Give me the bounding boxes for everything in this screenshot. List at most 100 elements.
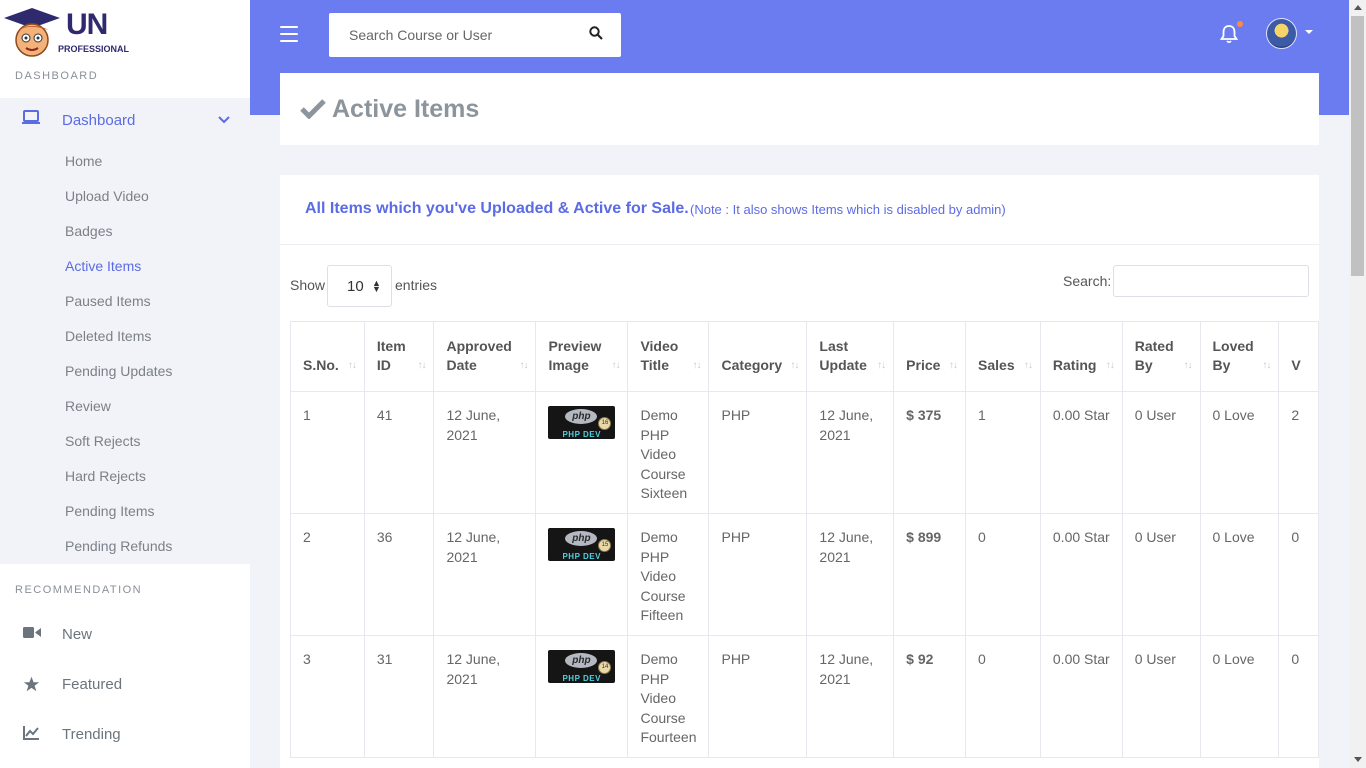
table-search-input[interactable] [1113, 265, 1309, 297]
column-header-rating[interactable]: Rating ↑↓ [1039, 321, 1123, 392]
thumbnail-php-logo: php [565, 531, 598, 546]
logo-subtext: PROFESSIONAL [58, 44, 130, 54]
page-title-card: Active Items [280, 73, 1319, 145]
sidebar-item-label: Dashboard [62, 112, 136, 129]
chart-line-icon [23, 726, 39, 745]
section-label-recommendation: RECOMMENDATION [15, 584, 143, 596]
sidebar-item-badges[interactable]: Badges [65, 223, 112, 239]
star-icon [23, 676, 40, 697]
sidebar-item-review[interactable]: Review [65, 398, 111, 414]
sidebar-item-pending-items[interactable]: Pending Items [65, 503, 155, 519]
cell-sales: 0 [965, 635, 1041, 758]
sidebar-item-label: Featured [62, 676, 123, 693]
items-card: All Items which you've Uploaded & Active… [280, 175, 1319, 768]
cell-approved-date: 12 June, 2021 [433, 635, 537, 758]
cell-item-id: 31 [363, 635, 435, 758]
column-header-loved-by[interactable]: Loved By ↑↓ [1199, 321, 1280, 392]
cell-price: $ 899 [893, 513, 967, 636]
cell-video-title: Demo PHP Video Course Fifteen [627, 513, 710, 636]
cell-approved-date: 12 June, 2021 [433, 513, 537, 636]
card-header: All Items which you've Uploaded & Active… [280, 175, 1319, 245]
cell-rated-by: 0 User [1121, 391, 1201, 514]
sidebar-item-dashboard[interactable]: Dashboard [0, 100, 250, 140]
search-icon[interactable] [589, 26, 603, 45]
thumbnail-php-logo: php [565, 409, 598, 424]
cell-price: $ 92 [893, 635, 967, 758]
entries-select[interactable]: 10 ▲ ▼ [327, 265, 392, 307]
thumbnail-badge: 14 [598, 661, 612, 674]
cell-sno: 3 [290, 635, 365, 758]
entries-value: 10 [347, 278, 364, 295]
sidebar-item-home[interactable]: Home [65, 153, 102, 169]
cell-rating: 0.00 Star [1039, 635, 1123, 758]
mascot-icon [4, 8, 60, 57]
cell-sales: 1 [965, 391, 1041, 514]
cell-loved-by: 0 Love [1199, 513, 1280, 636]
select-arrows-icon: ▲ ▼ [372, 278, 381, 294]
sidebar-item-paused-items[interactable]: Paused Items [65, 293, 151, 309]
sidebar: UN PROFESSIONAL DASHBOARD Dashboard Home… [0, 0, 250, 768]
column-header-item-id[interactable]: Item ID ↑↓ [363, 321, 435, 392]
menu-toggle-icon[interactable] [280, 26, 298, 42]
cell-category: PHP [708, 513, 808, 636]
scroll-down-arrow-icon[interactable] [1354, 757, 1362, 762]
preview-thumbnail[interactable]: php PHP DEV 14 [548, 650, 616, 683]
search-input[interactable] [329, 13, 579, 57]
cell-sno: 2 [290, 513, 365, 636]
brand-logo[interactable]: UN PROFESSIONAL [2, 4, 132, 60]
section-label-dashboard: DASHBOARD [15, 70, 99, 82]
sidebar-item-hard-rejects[interactable]: Hard Rejects [65, 468, 146, 484]
column-header-preview-image[interactable]: Preview Image ↑↓ [535, 321, 629, 392]
page-title: Active Items [332, 95, 480, 123]
cell-v: 0 [1278, 513, 1319, 636]
cell-preview: php PHP DEV 14 [535, 635, 629, 758]
thumbnail-caption: PHP DEV [562, 430, 601, 439]
sidebar-item-pending-refunds[interactable]: Pending Refunds [65, 538, 172, 554]
show-label: Show [290, 277, 326, 293]
sidebar-item-pending-updates[interactable]: Pending Updates [65, 363, 172, 379]
cell-price: $ 375 [893, 391, 967, 514]
column-header-approved-date[interactable]: Approved Date ↑↓ [433, 321, 537, 392]
check-icon [300, 99, 326, 124]
sidebar-item-soft-rejects[interactable]: Soft Rejects [65, 433, 140, 449]
sidebar-item-trending[interactable]: Trending [0, 714, 250, 754]
preview-thumbnail[interactable]: php PHP DEV 15 [548, 528, 616, 561]
sidebar-item-featured[interactable]: Featured [0, 664, 250, 704]
sidebar-item-label: Trending [62, 726, 121, 743]
sidebar-item-deleted-items[interactable]: Deleted Items [65, 328, 151, 344]
cell-preview: php PHP DEV 15 [535, 513, 629, 636]
column-header-video-title[interactable]: Video Title ↑↓ [627, 321, 710, 392]
logo-text: UN [66, 8, 108, 41]
scrollbar-thumb[interactable] [1351, 16, 1364, 276]
notification-bell-icon[interactable] [1219, 24, 1239, 49]
items-table: S.No. ↑↓ Item ID ↑↓ Approved Date ↑↓ Preview I… [290, 321, 1319, 758]
card-note: (Note : It also shows Items which is dis… [690, 202, 1006, 217]
cell-loved-by: 0 Love [1199, 635, 1280, 758]
thumbnail-caption: PHP DEV [562, 674, 601, 683]
caret-down-icon[interactable] [1305, 30, 1313, 34]
entries-label: entries [395, 277, 438, 293]
cell-last-update: 12 June, 2021 [806, 635, 895, 758]
laptop-icon [22, 110, 40, 131]
sidebar-item-new[interactable]: New [0, 614, 250, 654]
thumbnail-php-logo: php [565, 653, 598, 668]
card-subtitle: All Items which you've Uploaded & Active… [305, 200, 689, 217]
column-header-category[interactable]: Category ↑↓ [708, 321, 808, 392]
sidebar-item-upload-video[interactable]: Upload Video [65, 188, 149, 204]
preview-thumbnail[interactable]: php PHP DEV 16 [548, 406, 616, 439]
sidebar-item-label: New [62, 626, 93, 643]
cell-loved-by: 0 Love [1199, 391, 1280, 514]
column-header-v[interactable]: V [1278, 321, 1319, 392]
column-header-rated-by[interactable]: Rated By ↑↓ [1121, 321, 1201, 392]
chevron-down-icon [218, 112, 230, 130]
column-header-price[interactable]: Price ↑↓ [893, 321, 967, 392]
column-header-sno[interactable]: S.No. ↑↓ [290, 321, 365, 392]
scroll-up-arrow-icon[interactable] [1354, 5, 1362, 10]
column-header-last-update[interactable]: Last Update ↑↓ [806, 321, 895, 392]
avatar[interactable] [1266, 18, 1297, 49]
thumbnail-badge: 16 [598, 417, 612, 430]
cell-preview: php PHP DEV 16 [535, 391, 629, 514]
sidebar-item-active-items[interactable]: Active Items [65, 258, 141, 274]
column-header-sales[interactable]: Sales ↑↓ [965, 321, 1041, 392]
cell-video-title: Demo PHP Video Course Fourteen [627, 635, 710, 758]
